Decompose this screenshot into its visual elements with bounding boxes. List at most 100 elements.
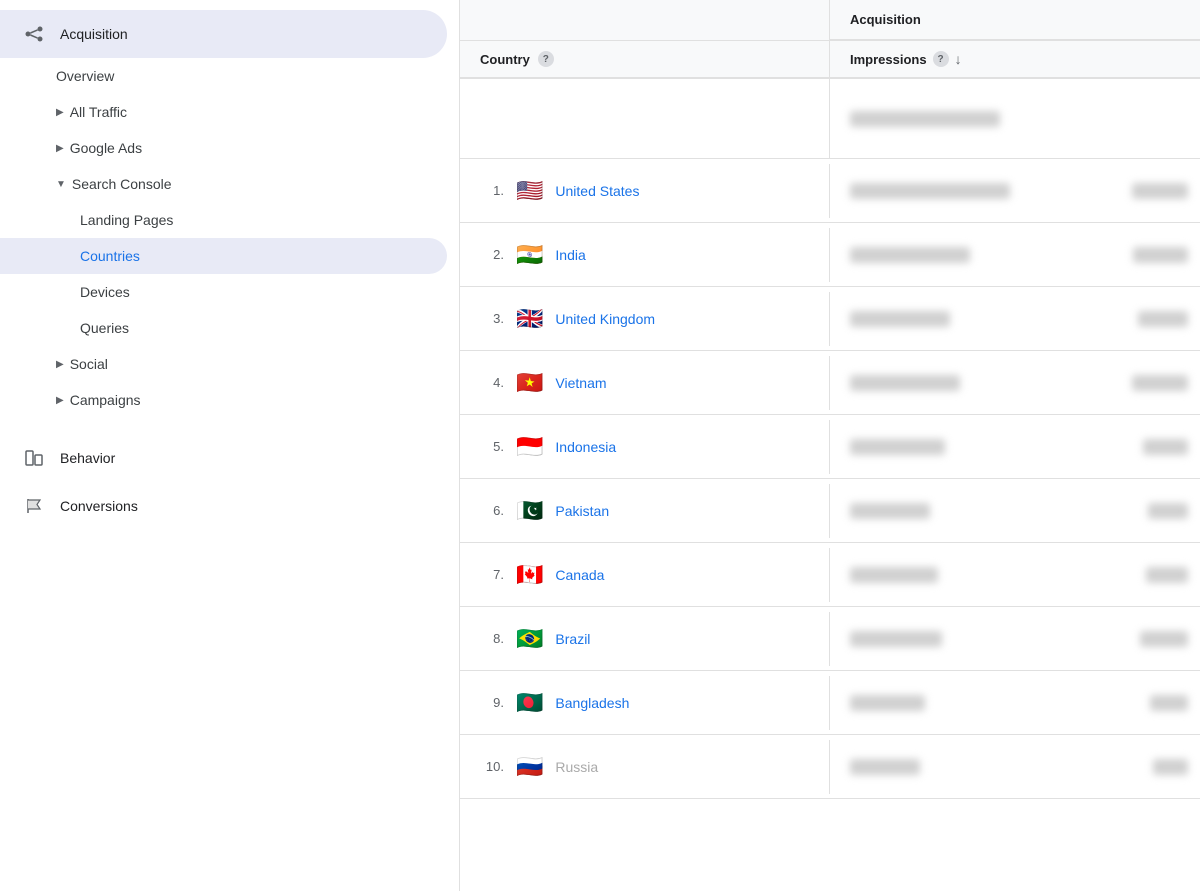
impressions-cell <box>830 169 1120 213</box>
google-ads-label: Google Ads <box>70 140 142 156</box>
row-number: 8. <box>480 631 504 646</box>
sidebar-item-queries[interactable]: Queries <box>0 310 447 346</box>
flag-emoji: 🇧🇷 <box>516 626 543 652</box>
country-name-link[interactable]: Pakistan <box>555 503 609 519</box>
search-console-label: Search Console <box>72 176 172 192</box>
overview-label: Overview <box>56 68 114 84</box>
sidebar-item-google-ads[interactable]: ▶ Google Ads <box>0 130 447 166</box>
country-cell: 8. 🇧🇷 Brazil <box>460 612 830 666</box>
country-cell: 1. 🇺🇸 United States <box>460 164 830 218</box>
social-label: Social <box>70 356 108 372</box>
chevron-right-icon: ▶ <box>56 359 64 370</box>
country-label: Country <box>480 52 530 67</box>
table-header-group: Acquisition <box>460 0 1200 41</box>
country-name-link[interactable]: India <box>555 247 585 263</box>
sidebar-item-campaigns[interactable]: ▶ Campaigns <box>0 382 447 418</box>
table-row: 1. 🇺🇸 United States <box>460 159 1200 223</box>
impressions-bar <box>850 695 925 711</box>
impressions-cell <box>830 745 1120 789</box>
flag-emoji: 🇮🇳 <box>516 242 543 268</box>
flag-emoji: 🇵🇰 <box>516 498 543 524</box>
acquisition-group-label: Acquisition <box>850 12 921 27</box>
country-cell: 10. 🇷🇺 Russia <box>460 740 830 794</box>
row-number: 10. <box>480 759 504 774</box>
countries-label: Countries <box>80 248 140 264</box>
sidebar-item-conversions[interactable]: Conversions <box>0 482 447 530</box>
queries-label: Queries <box>80 320 129 336</box>
table-row: 10. 🇷🇺 Russia <box>460 735 1200 799</box>
row-number: 4. <box>480 375 504 390</box>
impressions-help-icon[interactable]: ? <box>933 51 949 67</box>
extra-bar <box>1133 247 1188 263</box>
sidebar-item-landing-pages[interactable]: Landing Pages <box>0 202 447 238</box>
flag-emoji: 🇷🇺 <box>516 754 543 780</box>
sidebar-item-acquisition[interactable]: Acquisition <box>0 10 447 58</box>
extra-bar <box>1146 567 1188 583</box>
chevron-right-icon: ▶ <box>56 107 64 118</box>
extra-data-cell <box>1120 681 1200 725</box>
extra-bar <box>1150 695 1188 711</box>
extra-data-cell <box>1120 169 1200 213</box>
sidebar-item-countries[interactable]: Countries <box>0 238 447 274</box>
sidebar-item-devices[interactable]: Devices <box>0 274 447 310</box>
country-help-icon[interactable]: ? <box>538 51 554 67</box>
extra-bar <box>1132 183 1188 199</box>
impressions-cell <box>830 489 1120 533</box>
country-name-link[interactable]: Russia <box>555 759 598 775</box>
impressions-bar <box>850 759 920 775</box>
country-name-link[interactable]: Vietnam <box>555 375 606 391</box>
row-number: 2. <box>480 247 504 262</box>
conversions-label: Conversions <box>60 498 138 514</box>
acquisition-column-group-header: Acquisition <box>830 0 1200 40</box>
country-name-link[interactable]: Canada <box>555 567 604 583</box>
chevron-down-icon: ▼ <box>56 179 66 190</box>
country-name-link[interactable]: United Kingdom <box>555 311 655 327</box>
flag-icon <box>20 492 48 520</box>
extra-bar <box>1143 439 1188 455</box>
row-number: 7. <box>480 567 504 582</box>
country-cell: 7. 🇨🇦 Canada <box>460 548 830 602</box>
impressions-bar <box>850 247 970 263</box>
sort-descending-icon[interactable]: ↓ <box>955 51 962 67</box>
flag-emoji: 🇨🇦 <box>516 562 543 588</box>
sidebar-item-search-console[interactable]: ▼ Search Console <box>0 166 447 202</box>
campaigns-label: Campaigns <box>70 392 141 408</box>
impressions-cell <box>830 425 1120 469</box>
country-name-link[interactable]: Brazil <box>555 631 590 647</box>
country-cell: 6. 🇵🇰 Pakistan <box>460 484 830 538</box>
country-cell: 5. 🇮🇩 Indonesia <box>460 420 830 474</box>
chevron-right-icon: ▶ <box>56 143 64 154</box>
impressions-bar <box>850 567 938 583</box>
impressions-bar <box>850 183 1010 199</box>
extra-bar <box>1148 503 1188 519</box>
country-cell: 4. 🇻🇳 Vietnam <box>460 356 830 410</box>
acquisition-label: Acquisition <box>60 26 128 42</box>
behavior-icon <box>20 444 48 472</box>
flag-emoji: 🇺🇸 <box>516 178 543 204</box>
sidebar-item-overview[interactable]: Overview <box>0 58 447 94</box>
impressions-cell <box>830 681 1120 725</box>
devices-label: Devices <box>80 284 130 300</box>
extra-data-cell <box>1120 553 1200 597</box>
country-name-link[interactable]: Indonesia <box>555 439 616 455</box>
all-traffic-label: All Traffic <box>70 104 127 120</box>
impressions-column-label[interactable]: Impressions ? ↓ <box>830 41 1200 77</box>
extra-data-cell <box>1120 361 1200 405</box>
sidebar-item-all-traffic[interactable]: ▶ All Traffic <box>0 94 447 130</box>
table-row: 8. 🇧🇷 Brazil <box>460 607 1200 671</box>
extra-bar <box>1132 375 1188 391</box>
table-row: 7. 🇨🇦 Canada <box>460 543 1200 607</box>
table-column-headers: Country ? Impressions ? ↓ <box>460 41 1200 79</box>
country-name-link[interactable]: United States <box>555 183 639 199</box>
impressions-cell <box>830 361 1120 405</box>
totals-row <box>460 79 1200 159</box>
extra-bar <box>1153 759 1188 775</box>
sidebar-item-behavior[interactable]: Behavior <box>0 434 447 482</box>
country-name-link[interactable]: Bangladesh <box>555 695 629 711</box>
row-number: 3. <box>480 311 504 326</box>
sidebar-item-social[interactable]: ▶ Social <box>0 346 447 382</box>
extra-data-cell <box>1120 745 1200 789</box>
totals-country-cell <box>460 79 830 158</box>
country-column-label: Country ? <box>460 41 830 77</box>
country-cell: 9. 🇧🇩 Bangladesh <box>460 676 830 730</box>
